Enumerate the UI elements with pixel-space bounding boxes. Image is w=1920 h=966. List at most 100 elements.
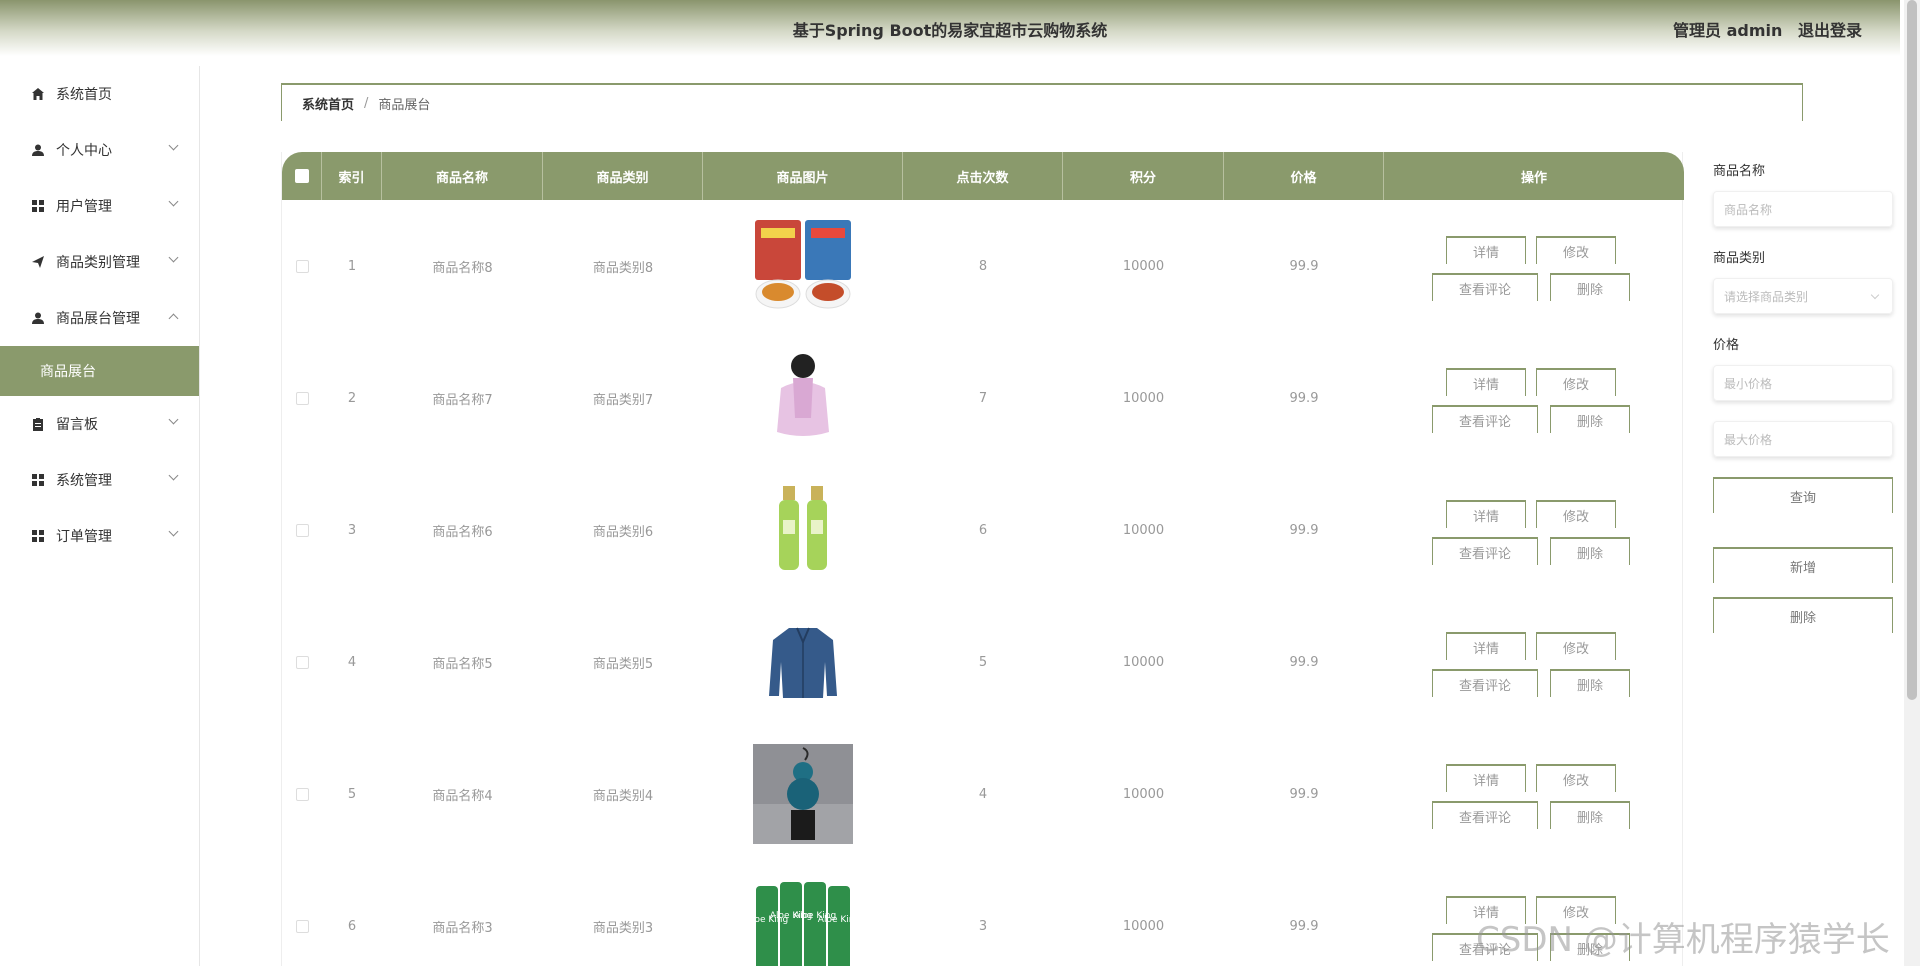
app-title: 基于Spring Boot的易家宜超市云购物系统 bbox=[792, 21, 1108, 40]
product-category-label: 商品类别 bbox=[1713, 251, 1766, 266]
view-comments-button[interactable]: 查看评论 bbox=[1432, 537, 1538, 565]
user-icon bbox=[30, 310, 46, 326]
cell-points: 10000 bbox=[1122, 918, 1165, 934]
cell-actions: 详情 修改 查看评论 删除 bbox=[1384, 728, 1684, 860]
table-row: 1 商品名称8 商品类别8 8 10000 99.9 详情 修改 查看评论 删除 bbox=[282, 200, 1684, 332]
row-checkbox[interactable] bbox=[295, 655, 309, 669]
cell-points: 10000 bbox=[1122, 390, 1165, 406]
edit-button[interactable]: 修改 bbox=[1536, 368, 1616, 396]
view-comments-button[interactable]: 查看评论 bbox=[1432, 273, 1538, 301]
delete-button[interactable]: 删除 bbox=[1550, 669, 1630, 697]
sidebar: 系统首页 个人中心 用户管理 商品类别管理 商品展台管理 商品展台 留言板 系统… bbox=[0, 66, 200, 966]
detail-button[interactable]: 详情 bbox=[1446, 764, 1526, 792]
category-select-placeholder: 请选择商品类别 bbox=[1724, 289, 1809, 304]
table-row: 5 商品名称4 商品类别4 4 10000 99.9 详情 修改 查看评论 删除 bbox=[282, 728, 1684, 860]
row-checkbox[interactable] bbox=[295, 787, 309, 801]
row-checkbox[interactable] bbox=[295, 391, 309, 405]
edit-button[interactable]: 修改 bbox=[1536, 764, 1616, 792]
aloe-drinks-image: Aloe KingAloe KingAloe KingAloe King bbox=[753, 876, 853, 966]
clipboard-icon bbox=[30, 416, 46, 432]
product-name-input[interactable]: 商品名称 bbox=[1713, 191, 1893, 227]
search-panel: 商品名称 商品名称 商品类别 请选择商品类别 价格 最小价格 最大价格 查询 新… bbox=[1713, 160, 1895, 633]
select-all-cell bbox=[282, 152, 322, 200]
max-price-input[interactable]: 最大价格 bbox=[1713, 421, 1893, 457]
sidebar-item-label: 留言板 bbox=[56, 417, 98, 433]
cell-clicks: 6 bbox=[978, 522, 988, 538]
cell-index: 2 bbox=[347, 390, 357, 406]
cell-price: 99.9 bbox=[1289, 258, 1319, 274]
page-scrollbar[interactable] bbox=[1904, 0, 1920, 966]
row-checkbox[interactable] bbox=[295, 523, 309, 537]
cell-image bbox=[703, 332, 903, 464]
sidebar-item-message-board[interactable]: 留言板 bbox=[0, 396, 199, 452]
delete-button[interactable]: 删除 bbox=[1550, 537, 1630, 565]
column-header-category: 商品类别 bbox=[543, 152, 703, 200]
row-checkbox[interactable] bbox=[295, 919, 309, 933]
view-comments-button[interactable]: 查看评论 bbox=[1432, 669, 1538, 697]
query-button[interactable]: 查询 bbox=[1713, 477, 1893, 513]
grid-icon bbox=[30, 198, 46, 214]
edit-button[interactable]: 修改 bbox=[1536, 500, 1616, 528]
delete-button[interactable]: 删除 bbox=[1550, 273, 1630, 301]
cell-index: 5 bbox=[347, 786, 357, 802]
cell-points: 10000 bbox=[1122, 654, 1165, 670]
detail-button[interactable]: 详情 bbox=[1446, 632, 1526, 660]
admin-user-label: 管理员 admin bbox=[1673, 21, 1783, 40]
column-header-points: 积分 bbox=[1063, 152, 1224, 200]
cell-price: 99.9 bbox=[1289, 522, 1319, 538]
cell-clicks: 4 bbox=[978, 786, 988, 802]
edit-button[interactable]: 修改 bbox=[1536, 236, 1616, 264]
detail-button[interactable]: 详情 bbox=[1446, 500, 1526, 528]
sidebar-item-category-management[interactable]: 商品类别管理 bbox=[0, 234, 199, 290]
cell-price: 99.9 bbox=[1289, 654, 1319, 670]
detail-button[interactable]: 详情 bbox=[1446, 236, 1526, 264]
cell-image bbox=[703, 728, 903, 860]
chevron-down-icon bbox=[168, 414, 179, 425]
breadcrumb-current: 商品展台 bbox=[378, 97, 431, 113]
delete-button[interactable]: 删除 bbox=[1550, 405, 1630, 433]
sidebar-item-order-management[interactable]: 订单管理 bbox=[0, 508, 199, 564]
row-actions: 详情 修改 查看评论 删除 bbox=[1384, 490, 1684, 570]
column-header-index: 索引 bbox=[322, 152, 382, 200]
add-button[interactable]: 新增 bbox=[1713, 547, 1893, 583]
sidebar-item-label: 订单管理 bbox=[56, 529, 112, 545]
breadcrumb-home-link[interactable]: 系统首页 bbox=[302, 94, 354, 113]
cell-category: 商品类别8 bbox=[592, 260, 654, 276]
edit-button[interactable]: 修改 bbox=[1536, 632, 1616, 660]
detail-button[interactable]: 详情 bbox=[1446, 368, 1526, 396]
view-comments-button[interactable]: 查看评论 bbox=[1432, 801, 1538, 829]
cell-points: 10000 bbox=[1122, 786, 1165, 802]
sidebar-item-home[interactable]: 系统首页 bbox=[0, 66, 199, 122]
batch-delete-button[interactable]: 删除 bbox=[1713, 597, 1893, 633]
sidebar-item-personal-center[interactable]: 个人中心 bbox=[0, 122, 199, 178]
cell-clicks: 8 bbox=[978, 258, 988, 274]
cell-actions: 详情 修改 查看评论 删除 bbox=[1384, 200, 1684, 332]
watermark: CSDN @计算机程序猿学长 bbox=[1476, 920, 1890, 960]
product-category-select[interactable]: 请选择商品类别 bbox=[1713, 278, 1893, 314]
cell-actions: 详情 修改 查看评论 删除 bbox=[1384, 464, 1684, 596]
home-icon bbox=[30, 86, 46, 102]
sidebar-item-system-management[interactable]: 系统管理 bbox=[0, 452, 199, 508]
cell-name: 商品名称5 bbox=[432, 656, 493, 672]
column-header-actions: 操作 bbox=[1520, 170, 1547, 186]
sidebar-item-label: 系统管理 bbox=[56, 473, 112, 489]
chevron-down-icon bbox=[168, 196, 179, 207]
cell-index: 4 bbox=[347, 654, 357, 670]
cell-clicks: 7 bbox=[978, 390, 988, 406]
sidebar-subitem-product-showcase[interactable]: 商品展台 bbox=[0, 346, 199, 396]
breadcrumb: 系统首页 / 商品展台 bbox=[281, 83, 1803, 121]
grid-icon bbox=[30, 528, 46, 544]
sidebar-item-user-management[interactable]: 用户管理 bbox=[0, 178, 199, 234]
logout-link[interactable]: 退出登录 bbox=[1798, 21, 1862, 40]
scrollbar-thumb[interactable] bbox=[1907, 0, 1917, 700]
snack-bag-image bbox=[753, 216, 853, 316]
delete-button[interactable]: 删除 bbox=[1550, 801, 1630, 829]
cell-price: 99.9 bbox=[1289, 918, 1319, 934]
min-price-input[interactable]: 最小价格 bbox=[1713, 365, 1893, 401]
select-all-checkbox[interactable] bbox=[294, 169, 309, 183]
view-comments-button[interactable]: 查看评论 bbox=[1432, 405, 1538, 433]
sidebar-item-product-showcase-management[interactable]: 商品展台管理 bbox=[0, 290, 199, 346]
pink-jacket-image bbox=[753, 348, 853, 448]
row-checkbox[interactable] bbox=[295, 259, 309, 273]
cell-index: 1 bbox=[347, 258, 357, 274]
